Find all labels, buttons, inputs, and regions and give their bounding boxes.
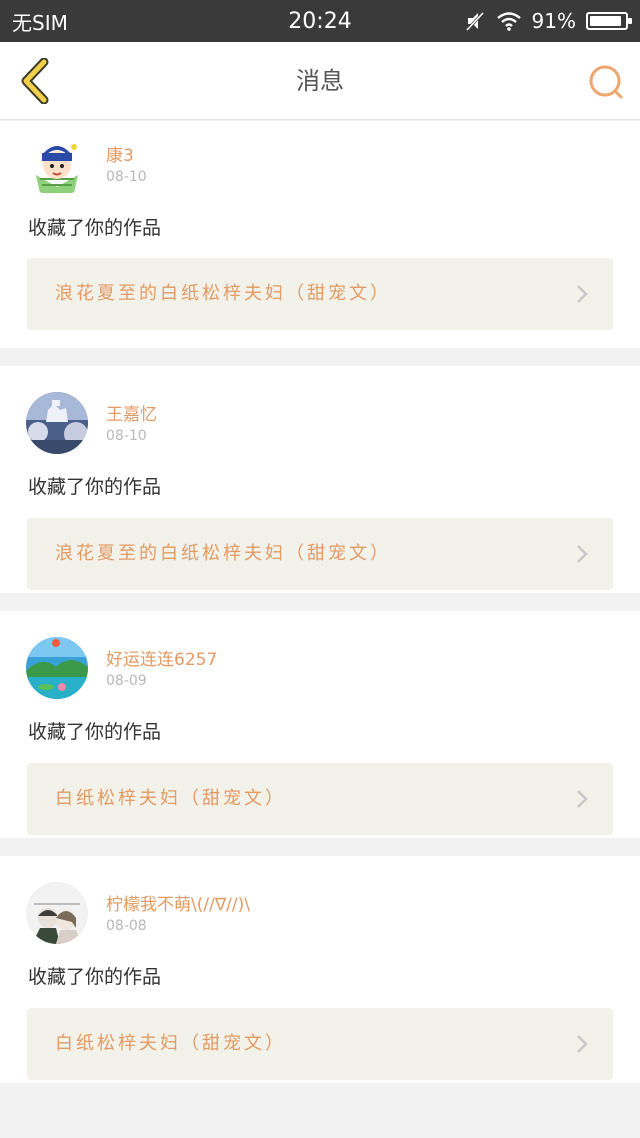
castle-photo-icon	[26, 392, 88, 454]
username[interactable]: 康3	[106, 141, 134, 166]
chevron-right-icon	[577, 790, 588, 808]
action-text: 收藏了你的作品	[28, 721, 162, 743]
work-link[interactable]: 浪花夏至的白纸松梓夫妇（甜宠文）	[27, 518, 613, 590]
message-card: 康3 08-10 收藏了你的作品 浪花夏至的白纸松梓夫妇（甜宠文）	[0, 121, 640, 348]
cartoon-avatar-icon	[26, 135, 88, 197]
message-date: 08-09	[106, 673, 147, 689]
avatar[interactable]	[26, 882, 88, 944]
message-card: 柠檬我不萌\(//∇//)\ 08-08 收藏了你的作品 白纸松梓夫妇（甜宠文）	[0, 856, 640, 1083]
message-list: 康3 08-10 收藏了你的作品 浪花夏至的白纸松梓夫妇（甜宠文） 王嘉忆 08…	[0, 121, 640, 1101]
chevron-right-icon	[577, 1035, 588, 1053]
message-card: 王嘉忆 08-10 收藏了你的作品 浪花夏至的白纸松梓夫妇（甜宠文）	[0, 366, 640, 593]
landscape-photo-icon	[26, 637, 88, 699]
work-title: 白纸松梓夫妇（甜宠文）	[55, 788, 286, 809]
work-title: 白纸松梓夫妇（甜宠文）	[55, 1033, 286, 1054]
work-title: 浪花夏至的白纸松梓夫妇（甜宠文）	[55, 543, 391, 564]
action-text: 收藏了你的作品	[28, 217, 162, 239]
avatar[interactable]	[26, 135, 88, 197]
message-date: 08-10	[106, 169, 147, 185]
avatar[interactable]	[26, 392, 88, 454]
work-link[interactable]: 白纸松梓夫妇（甜宠文）	[27, 763, 613, 835]
carrier-label: 无SIM	[12, 10, 68, 35]
status-bar: 无SIM 20:24 91%	[0, 0, 640, 42]
page-title: 消息	[296, 67, 344, 95]
message-date: 08-08	[106, 918, 147, 934]
action-text: 收藏了你的作品	[28, 966, 162, 988]
avatar[interactable]	[26, 637, 88, 699]
work-title: 浪花夏至的白纸松梓夫妇（甜宠文）	[55, 283, 391, 304]
search-icon[interactable]	[586, 62, 626, 102]
app-header: 消息	[0, 42, 640, 120]
work-link[interactable]: 白纸松梓夫妇（甜宠文）	[27, 1008, 613, 1080]
message-date: 08-10	[106, 428, 147, 444]
battery-fill	[590, 16, 621, 26]
status-icons: 91%	[464, 9, 632, 33]
anime-couple-icon	[26, 882, 88, 944]
chevron-right-icon	[577, 285, 588, 303]
work-link[interactable]: 浪花夏至的白纸松梓夫妇（甜宠文）	[27, 258, 613, 330]
username[interactable]: 好运连连6257	[106, 645, 217, 670]
message-card: 好运连连6257 08-09 收藏了你的作品 白纸松梓夫妇（甜宠文）	[0, 611, 640, 838]
chevron-right-icon	[577, 545, 588, 563]
username[interactable]: 柠檬我不萌\(//∇//)\	[106, 890, 250, 915]
action-text: 收藏了你的作品	[28, 476, 162, 498]
wifi-icon	[496, 12, 521, 31]
battery-percent: 91%	[531, 9, 576, 33]
battery-icon	[586, 12, 632, 30]
mute-icon	[465, 11, 484, 32]
username[interactable]: 王嘉忆	[106, 400, 157, 425]
